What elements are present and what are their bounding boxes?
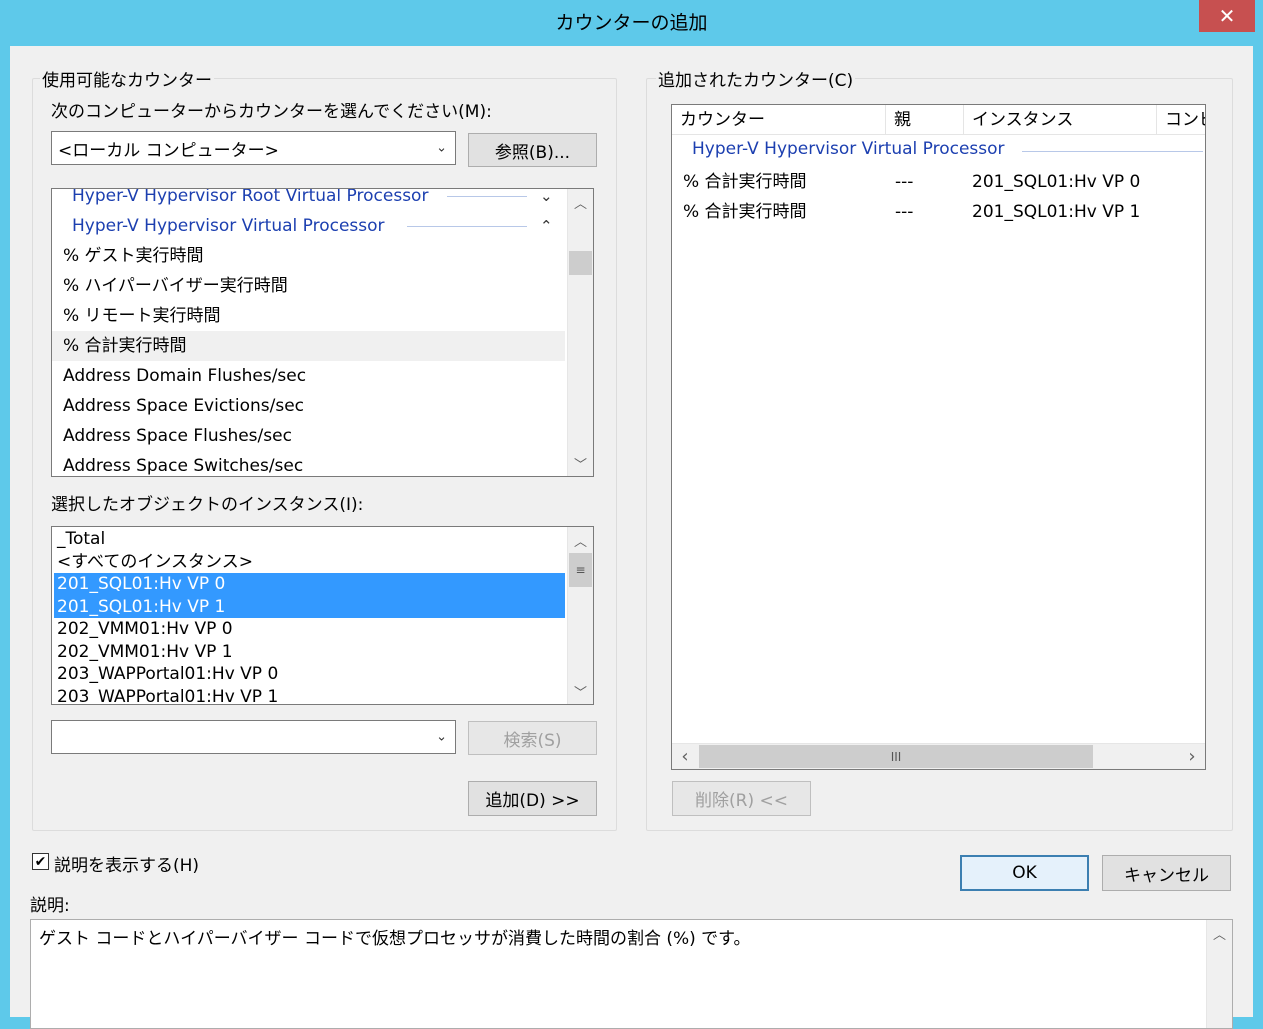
added-object-header: Hyper-V Hypervisor Virtual Processor: [692, 139, 1005, 159]
chevron-up-icon[interactable]: ⌃: [540, 211, 553, 241]
counter-item-label: Address Space Flushes/sec: [63, 426, 292, 446]
browse-button[interactable]: 参照(B)...: [468, 133, 597, 167]
counter-item-label: Address Domain Flushes/sec: [63, 366, 307, 386]
show-description-label[interactable]: 説明を表示する(H): [54, 851, 199, 876]
instance-item[interactable]: 201_SQL01:Hv VP 1: [54, 595, 565, 618]
added-counter-row[interactable]: % 合計実行時間 --- 201_SQL01:Hv VP 0: [672, 167, 1205, 197]
scroll-up-icon[interactable]: ︿: [1207, 920, 1232, 946]
column-computer[interactable]: コンピ: [1157, 105, 1205, 135]
show-description-checkbox[interactable]: ✔: [32, 853, 49, 870]
description-text[interactable]: ゲスト コードとハイパーバイザー コードで仮想プロセッサが消費した時間の割合 (…: [30, 919, 1233, 1029]
counter-object-header[interactable]: Hyper-V Hypervisor Root Virtual Processo…: [52, 188, 565, 211]
computer-combo-value: <ローカル コンピューター>: [58, 141, 279, 161]
counter-item-label: Hyper-V Hypervisor Virtual Processor: [72, 216, 385, 236]
added-cell-counter: % 合計実行時間: [683, 202, 807, 222]
instance-item[interactable]: 203_WAPPortal01:Hv VP 1: [54, 686, 565, 705]
instance-item[interactable]: 202_VMM01:Hv VP 1: [54, 641, 565, 664]
added-cell-parent: ---: [895, 172, 914, 192]
column-instance[interactable]: インスタンス: [964, 105, 1157, 135]
column-counter[interactable]: カウンター: [672, 105, 886, 135]
window-title: カウンターの追加: [555, 12, 708, 34]
scroll-up-icon[interactable]: ︿: [568, 527, 593, 553]
added-hscroll-thumb[interactable]: III: [699, 745, 1093, 768]
instance-item[interactable]: _Total: [54, 528, 565, 551]
computer-combo[interactable]: <ローカル コンピューター> ⌄: [51, 131, 456, 165]
description-content: ゲスト コードとハイパーバイザー コードで仮想プロセッサが消費した時間の割合 (…: [39, 929, 751, 949]
scroll-down-icon[interactable]: ﹀: [568, 450, 593, 476]
cancel-button[interactable]: キャンセル: [1102, 855, 1231, 891]
instance-item-label: 202_VMM01:Hv VP 0: [57, 619, 233, 639]
scroll-right-icon[interactable]: ›: [1179, 744, 1205, 769]
instance-item-label: 201_SQL01:Hv VP 1: [57, 596, 226, 617]
added-counters-listview[interactable]: カウンター 親 インスタンス コンピ Hyper-V Hypervisor Vi…: [671, 104, 1206, 770]
counter-item-label: % ハイパーバイザー実行時間: [63, 276, 288, 296]
instance-item[interactable]: 202_VMM01:Hv VP 0: [54, 618, 565, 641]
added-cell-parent: ---: [895, 202, 914, 222]
chevron-down-icon: ⌄: [436, 729, 447, 745]
object-divider: [407, 226, 527, 227]
instance-item-label: 202_VMM01:Hv VP 1: [57, 641, 233, 662]
counter-item-label: Address Space Evictions/sec: [63, 396, 304, 416]
instance-item[interactable]: 203_WAPPortal01:Hv VP 0: [54, 663, 565, 686]
search-button[interactable]: 検索(S): [468, 721, 597, 755]
remove-button[interactable]: 削除(R) <<: [672, 781, 811, 816]
scroll-left-icon[interactable]: ‹: [672, 744, 698, 769]
instance-search-combo[interactable]: ⌄: [51, 720, 456, 754]
chevron-down-icon[interactable]: ⌄: [540, 189, 553, 211]
instances-listbox[interactable]: _Total <すべてのインスタンス> 201_SQL01:Hv VP 0 201_S…: [51, 526, 594, 705]
chevron-down-icon: ⌄: [436, 140, 447, 156]
counter-item-label: % リモート実行時間: [63, 306, 221, 326]
available-counters-label: 使用可能なカウンター: [40, 66, 214, 91]
counters-scroll-thumb[interactable]: [569, 251, 592, 275]
counter-item-label: Address Space Switches/sec: [63, 456, 304, 476]
instance-item-label: 201_SQL01:Hv VP 0: [57, 574, 226, 594]
counters-vscrollbar[interactable]: ︿ ﹀: [567, 189, 593, 476]
computer-prompt: 次のコンピューターからカウンターを選んでください(M):: [51, 102, 492, 122]
title-bar: カウンターの追加 ✕: [0, 0, 1263, 46]
scroll-down-icon[interactable]: ﹀: [568, 678, 593, 704]
counter-object-header[interactable]: Hyper-V Hypervisor Virtual Processor ⌃: [52, 211, 565, 241]
instances-vscrollbar[interactable]: ︿ ≡ ﹀: [567, 527, 593, 704]
counter-item-label: Hyper-V Hypervisor Root Virtual Processo…: [72, 188, 429, 206]
counters-listbox[interactable]: Hyper-V Hypervisor Root Virtual Processo…: [51, 188, 594, 477]
instances-label: 選択したオブジェクトのインスタンス(I):: [51, 495, 364, 515]
counter-item[interactable]: % ハイパーバイザー実行時間: [52, 271, 565, 301]
counter-item[interactable]: Address Space Evictions/sec: [52, 391, 565, 421]
counter-item-label: % ゲスト実行時間: [63, 246, 204, 266]
close-button[interactable]: ✕: [1199, 0, 1255, 32]
description-label: 説明:: [30, 896, 70, 916]
scroll-up-icon[interactable]: ︿: [568, 189, 593, 215]
add-button[interactable]: 追加(D) >>: [468, 781, 597, 816]
counter-item[interactable]: Address Domain Flushes/sec: [52, 361, 565, 391]
counter-item[interactable]: % ゲスト実行時間: [52, 241, 565, 271]
added-object-divider: [1022, 151, 1203, 152]
counter-item-label: % 合計実行時間: [63, 336, 187, 356]
column-parent[interactable]: 親: [886, 105, 964, 135]
added-cell-instance: 201_SQL01:Hv VP 0: [972, 172, 1141, 192]
counter-item[interactable]: % リモート実行時間: [52, 301, 565, 331]
instances-scroll-thumb[interactable]: ≡: [569, 553, 592, 587]
instance-item-label: _Total: [57, 529, 106, 549]
object-divider: [447, 196, 527, 197]
instance-item[interactable]: <すべてのインスタンス>: [54, 551, 565, 574]
added-hscrollbar[interactable]: ‹ III ›: [672, 743, 1205, 769]
listview-header: カウンター 親 インスタンス コンピ: [672, 105, 1205, 135]
added-cell-counter: % 合計実行時間: [683, 172, 807, 192]
instance-item-label: 203_WAPPortal01:Hv VP 1: [57, 686, 279, 705]
ok-button[interactable]: OK: [960, 855, 1089, 891]
instance-item-label: 203_WAPPortal01:Hv VP 0: [57, 664, 279, 684]
instance-item[interactable]: 201_SQL01:Hv VP 0: [54, 573, 565, 596]
dialog-client: 使用可能なカウンター 次のコンピューターからカウンターを選んでください(M): …: [10, 46, 1253, 1029]
description-vscrollbar[interactable]: ︿: [1206, 920, 1232, 1028]
counter-item[interactable]: Address Space Flushes/sec: [52, 421, 565, 451]
instance-item-label: <すべてのインスタンス>: [57, 551, 253, 572]
counter-item[interactable]: % 合計実行時間: [52, 331, 565, 361]
added-counter-row[interactable]: % 合計実行時間 --- 201_SQL01:Hv VP 1: [672, 197, 1205, 227]
counter-item[interactable]: Address Space Switches/sec: [52, 451, 565, 476]
added-counters-label: 追加されたカウンター(C): [656, 66, 856, 91]
added-cell-instance: 201_SQL01:Hv VP 1: [972, 202, 1141, 222]
